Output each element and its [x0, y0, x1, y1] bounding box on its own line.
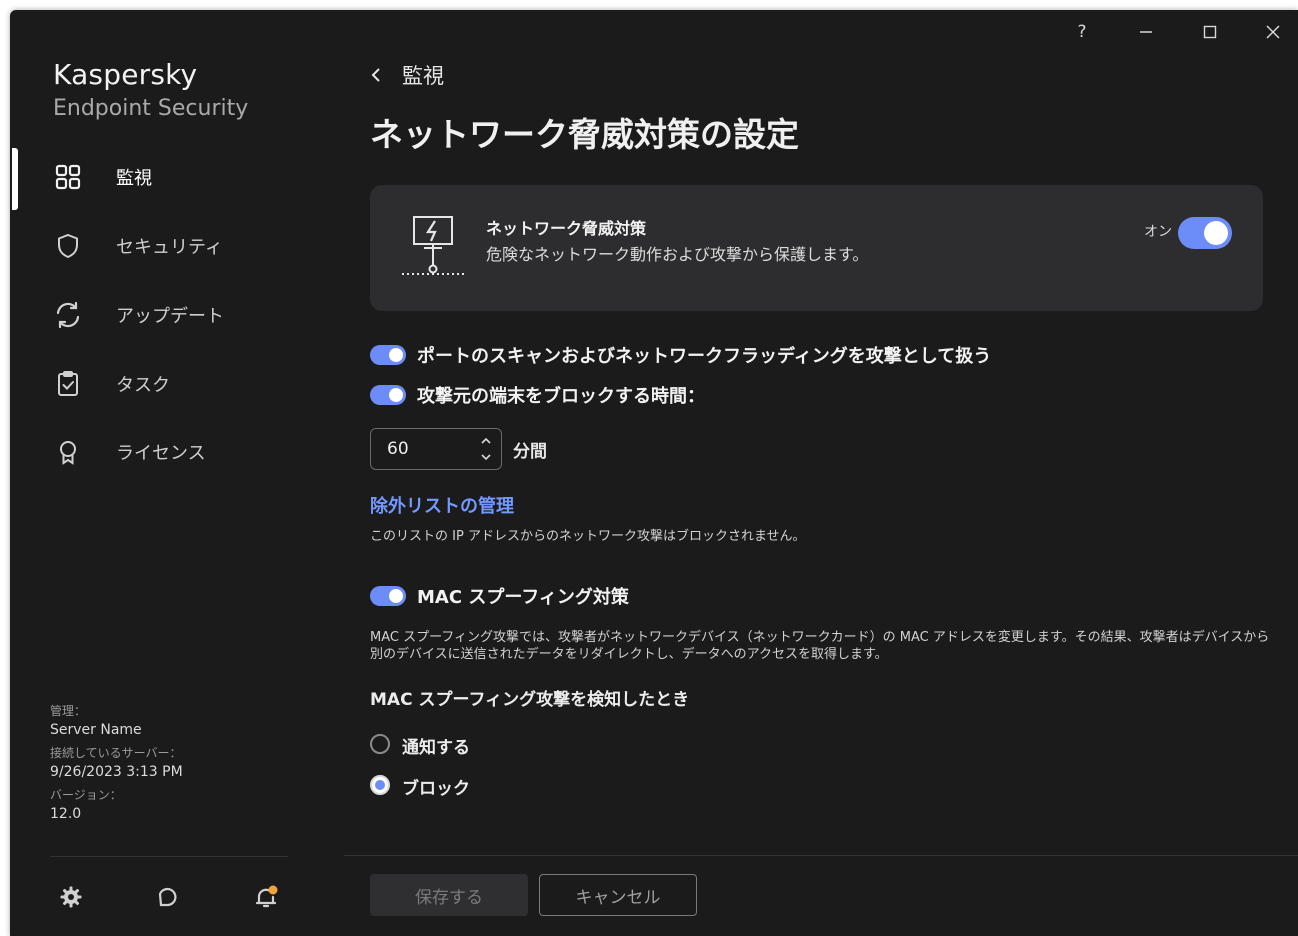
sidebar-item-license[interactable]: ライセンス	[50, 432, 206, 472]
back-label: 監視	[402, 64, 444, 88]
block-time-label: 攻撃元の端末をブロックする時間：	[417, 386, 705, 407]
radio-notify[interactable]	[370, 734, 390, 754]
sidebar-item-label: セキュリティ	[116, 237, 223, 258]
component-description: 危険なネットワーク動作および攻撃から保護します。	[486, 245, 869, 264]
component-title: ネットワーク脅威対策	[486, 219, 647, 238]
settings-button[interactable]	[56, 882, 86, 912]
component-card: ネットワーク脅威対策 危険なネットワーク動作および攻撃から保護します。 オン	[370, 185, 1263, 311]
shield-icon	[50, 228, 86, 264]
manage-exclusions-link[interactable]: 除外リストの管理	[370, 492, 514, 518]
version-label: バージョン：	[50, 788, 122, 802]
block-time-unit: 分間	[513, 442, 547, 462]
radio-block-label[interactable]: ブロック	[402, 774, 470, 799]
minimize-icon	[1140, 31, 1152, 33]
notifications-icon	[255, 885, 278, 908]
managed-value: Server Name	[50, 722, 142, 738]
app-window: ? Kaspersky Endpoint Security 監視 セキュリティ	[10, 10, 1298, 936]
brand-name: Kaspersky	[53, 58, 198, 91]
sidebar-item-monitoring[interactable]: 監視	[50, 157, 152, 197]
sidebar-item-label: アップデート	[116, 306, 224, 327]
mac-description-line-2: 別のデバイスに送信されたデータをリダイレクトし、データへのアクセスを取得します。	[370, 647, 888, 662]
sidebar-item-label: 監視	[116, 168, 152, 189]
help-label: ?	[1077, 22, 1087, 42]
notifications-button[interactable]	[251, 882, 281, 912]
minimize-button[interactable]	[1126, 20, 1166, 44]
sidebar-item-security[interactable]: セキュリティ	[50, 226, 223, 266]
radio-notify-label[interactable]: 通知する	[402, 733, 470, 758]
product-name: Endpoint Security	[53, 96, 249, 121]
page-title: ネットワーク脅威対策の設定	[370, 115, 799, 154]
toggle-knob	[389, 589, 403, 603]
update-icon	[50, 297, 86, 333]
sidebar-item-update[interactable]: アップデート	[50, 295, 224, 335]
mac-description-line-1: MAC スプーフィング攻撃では、攻撃者がネットワークデバイス（ネットワークカード…	[370, 630, 1270, 645]
connected-label: 接続しているサーバー：	[50, 746, 182, 760]
toggle-knob	[1204, 221, 1228, 245]
component-state-label: オン	[1144, 224, 1172, 240]
help-button[interactable]: ?	[1062, 20, 1102, 44]
sidebar-item-label: タスク	[116, 375, 170, 396]
stepper-arrows-icon[interactable]	[479, 433, 493, 465]
license-icon	[50, 434, 86, 470]
sidebar-item-tasks[interactable]: タスク	[50, 364, 170, 404]
close-button[interactable]	[1253, 20, 1293, 44]
mac-spoofing-toggle[interactable]	[370, 586, 406, 606]
nav-active-indicator	[12, 148, 18, 210]
toggle-knob	[389, 348, 403, 362]
support-button[interactable]	[153, 882, 183, 912]
mac-spoofing-label: MAC スプーフィング対策	[417, 587, 629, 608]
component-toggle[interactable]	[1178, 217, 1232, 249]
settings-icon	[60, 886, 82, 908]
managed-label: 管理：	[50, 704, 87, 718]
radio-block[interactable]	[370, 775, 390, 795]
footer-divider	[344, 855, 1298, 856]
task-icon	[50, 366, 86, 402]
block-time-value: 60	[387, 439, 409, 459]
close-icon	[1266, 25, 1280, 39]
mac-detect-heading: MAC スプーフィング攻撃を検知したとき	[370, 690, 690, 710]
dashboard-icon	[50, 159, 86, 195]
chevron-left-icon	[370, 65, 386, 85]
block-time-stepper[interactable]: 60	[370, 428, 502, 470]
back-button[interactable]: 監視	[370, 60, 444, 90]
sidebar-item-label: ライセンス	[116, 443, 206, 464]
network-monitor-icon	[400, 213, 466, 283]
support-icon	[158, 887, 177, 907]
connected-value: 9/26/2023 3:13 PM	[50, 764, 183, 780]
sidebar-divider	[50, 856, 288, 857]
version-value: 12.0	[50, 806, 82, 822]
save-button[interactable]: 保存する	[370, 874, 528, 916]
exclusions-note: このリストの IP アドレスからのネットワーク攻撃はブロックされません。	[370, 529, 806, 544]
maximize-button[interactable]	[1190, 20, 1230, 44]
cancel-button[interactable]: キャンセル	[539, 874, 697, 916]
port-scan-label: ポートのスキャンおよびネットワークフラッディングを攻撃として扱う	[417, 346, 992, 367]
block-time-toggle[interactable]	[370, 385, 406, 405]
toggle-knob	[389, 388, 403, 402]
maximize-icon	[1203, 25, 1217, 39]
port-scan-toggle[interactable]	[370, 345, 406, 365]
